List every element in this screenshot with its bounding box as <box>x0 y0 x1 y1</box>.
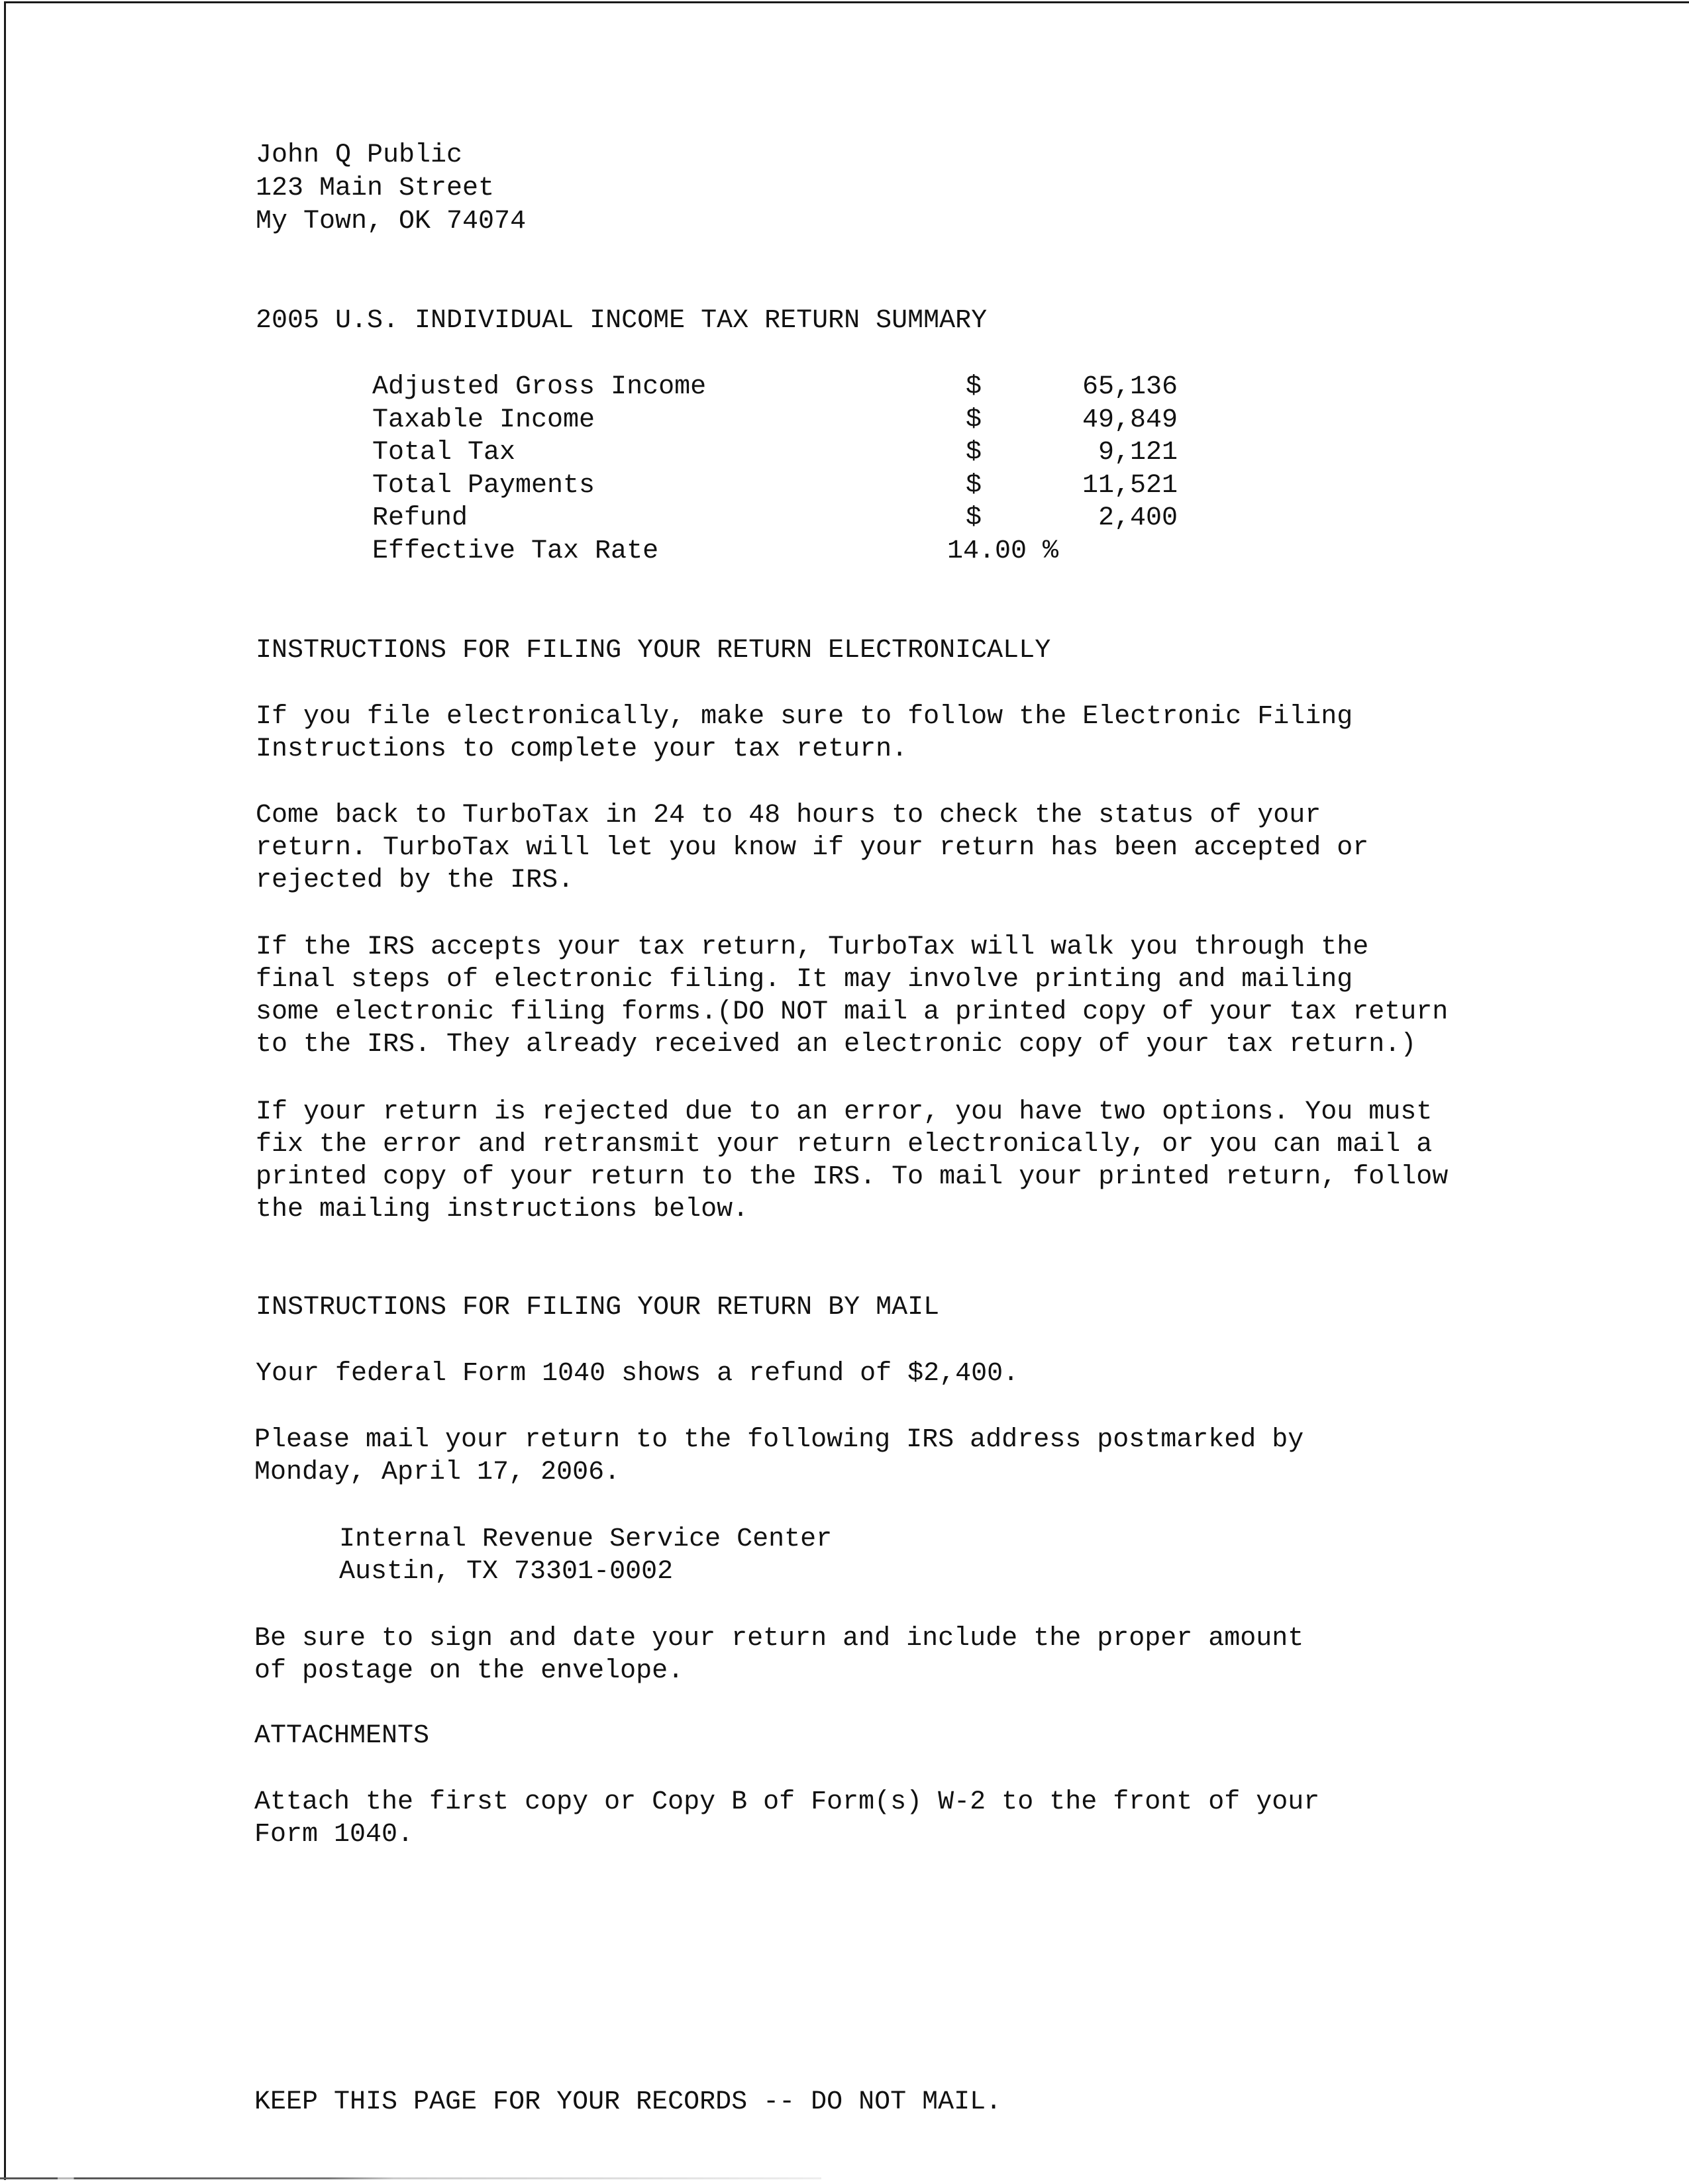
taxpayer-address: John Q Public 123 Main Street My Town, O… <box>256 139 526 238</box>
summary-row-amount: 11,521 <box>1082 471 1178 501</box>
summary-row-amount: 2,400 <box>1098 503 1178 533</box>
summary-row-label: Adjusted Gross Income <box>372 372 707 402</box>
electronic-paragraph-2: Come back to TurboTax in 24 to 48 hours … <box>256 799 1368 897</box>
irs-address-line: Internal Revenue Service Center <box>339 1524 833 1554</box>
irs-address-line: Austin, TX 73301-0002 <box>339 1557 674 1587</box>
electronic-paragraph-1: If you file electronically, make sure to… <box>256 701 1353 766</box>
refund-statement: Your federal Form 1040 shows a refund of… <box>256 1359 1019 1389</box>
effective-tax-rate-value: 14.00 % <box>947 536 1059 566</box>
electronic-paragraph-3: If the IRS accepts your tax return, Turb… <box>256 931 1448 1061</box>
paragraph-line: If the IRS accepts your tax return, Turb… <box>256 932 1369 962</box>
paragraph-line: Instructions to complete your tax return… <box>256 734 908 764</box>
effective-tax-rate-label: Effective Tax Rate <box>372 536 659 566</box>
mail-paragraph: Please mail your return to the following… <box>254 1424 1304 1489</box>
paragraph-line: Please mail your return to the following… <box>254 1425 1304 1455</box>
paragraph-line: return. TurboTax will let you know if yo… <box>256 833 1369 863</box>
document-page: John Q Public 123 Main Street My Town, O… <box>0 0 1689 2184</box>
summary-row-label: Total Tax <box>372 438 516 468</box>
electronic-paragraph-4: If your return is rejected due to an err… <box>256 1096 1448 1226</box>
paragraph-line: Come back to TurboTax in 24 to 48 hours … <box>256 801 1321 830</box>
paragraph-line: If your return is rejected due to an err… <box>256 1097 1433 1127</box>
mail-filing-heading: INSTRUCTIONS FOR FILING YOUR RETURN BY M… <box>256 1293 940 1322</box>
paragraph-line: to the IRS. They already received an ele… <box>256 1030 1417 1060</box>
page-border-top <box>4 1 1689 3</box>
summary-row-label: Total Payments <box>372 471 595 501</box>
attachments-heading: ATTACHMENTS <box>254 1721 430 1751</box>
electronic-filing-heading: INSTRUCTIONS FOR FILING YOUR RETURN ELEC… <box>256 636 1051 666</box>
paragraph-line: If you file electronically, make sure to… <box>256 702 1353 732</box>
summary-row-label: Refund <box>372 503 468 533</box>
taxpayer-street: 123 Main Street <box>256 174 495 203</box>
summary-row-label: Taxable Income <box>372 405 595 435</box>
paragraph-line: fix the error and retransmit your return… <box>256 1130 1433 1160</box>
irs-address: Internal Revenue Service Center Austin, … <box>339 1523 832 1588</box>
paragraph-line: the mailing instructions below. <box>256 1195 749 1224</box>
taxpayer-name: John Q Public <box>256 140 463 170</box>
summary-row-amount: 65,136 <box>1082 372 1178 402</box>
page-border-left <box>4 1 6 2180</box>
summary-row-amount: 49,849 <box>1082 405 1178 435</box>
records-note: KEEP THIS PAGE FOR YOUR RECORDS -- DO NO… <box>254 2087 1002 2117</box>
taxpayer-city-state-zip: My Town, OK 74074 <box>256 207 527 236</box>
sign-date-paragraph: Be sure to sign and date your return and… <box>254 1622 1304 1687</box>
summary-row-amount: 9,121 <box>1098 438 1178 468</box>
paragraph-line: rejected by the IRS. <box>256 866 574 895</box>
paragraph-line: Attach the first copy or Copy B of Form(… <box>254 1787 1320 1817</box>
attachments-paragraph: Attach the first copy or Copy B of Form(… <box>254 1786 1319 1851</box>
page-border-bottom <box>0 2177 821 2179</box>
summary-heading: 2005 U.S. INDIVIDUAL INCOME TAX RETURN S… <box>256 306 988 336</box>
paragraph-line: final steps of electronic filing. It may… <box>256 965 1353 995</box>
paragraph-line: some electronic filing forms.(DO NOT mai… <box>256 997 1449 1027</box>
paragraph-line: Be sure to sign and date your return and… <box>254 1624 1304 1654</box>
paragraph-line: Form 1040. <box>254 1820 414 1850</box>
paragraph-line: Monday, April 17, 2006. <box>254 1458 621 1487</box>
paragraph-line: printed copy of your return to the IRS. … <box>256 1162 1449 1192</box>
paragraph-line: of postage on the envelope. <box>254 1656 684 1686</box>
